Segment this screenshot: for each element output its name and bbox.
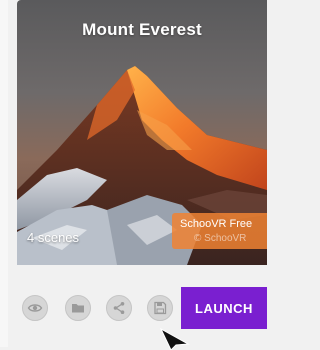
card-title: Mount Everest [82,20,202,39]
save-button[interactable] [147,295,173,321]
card-thumbnail[interactable]: Mount Everest 4 scenes SchooVR Free © Sc… [17,0,267,265]
card-toolbar: LAUNCH [17,265,267,347]
license-badge: SchooVR Free © SchooVR [172,213,267,249]
folder-icon [72,304,84,313]
mouse-cursor-icon [159,327,190,350]
launch-button[interactable]: LAUNCH [181,287,267,329]
card-edge [0,0,8,347]
badge-label: SchooVR Free [180,218,253,230]
folder-button[interactable] [65,295,91,321]
share-icon [113,302,125,314]
scene-count: 4 scenes [27,230,80,245]
badge-watermark: © SchooVR [194,233,247,244]
save-icon [154,301,167,315]
preview-button[interactable] [22,295,48,321]
share-button[interactable] [106,295,132,321]
eye-icon [27,304,43,312]
experience-card: Mount Everest 4 scenes SchooVR Free © Sc… [0,0,267,350]
